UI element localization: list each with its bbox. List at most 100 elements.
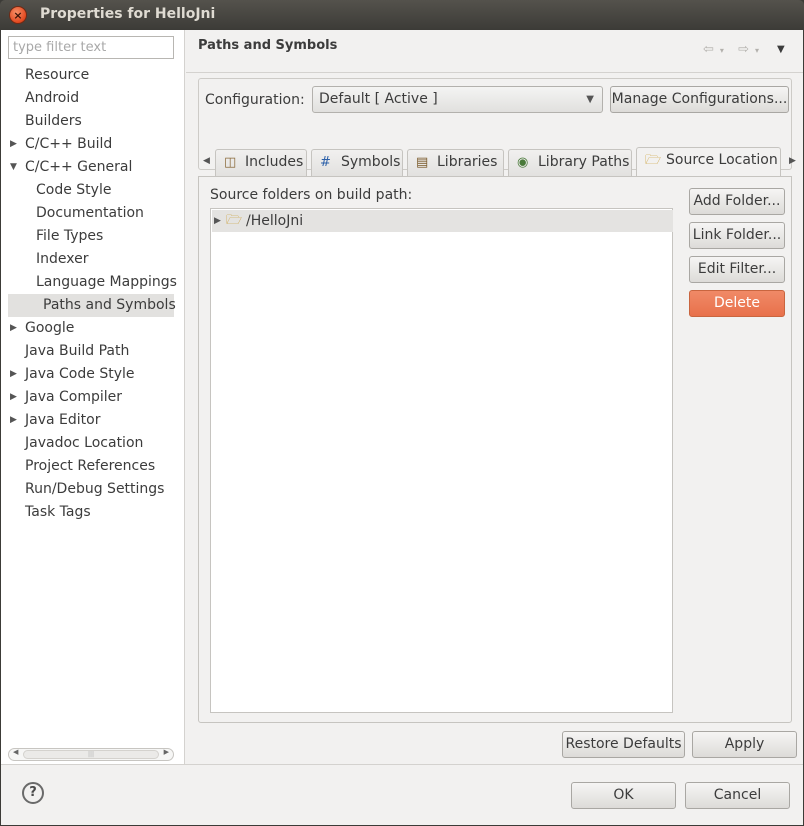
sidebar-item-label: Google	[25, 320, 75, 336]
tab-label: Libraries	[437, 154, 498, 170]
category-tree: Resource Android Builders ▶ C/C++ Build ▼ C/C+…	[1, 64, 185, 524]
sidebar-item-label: C/C++ Build	[25, 136, 113, 152]
list-item[interactable]: ▶ 🗁 /HelloJni	[212, 210, 673, 232]
scrollbar-thumb[interactable]: |||	[23, 750, 159, 759]
sidebar-item-label: Language Mappings	[36, 274, 177, 290]
tab-label: Symbols	[341, 154, 401, 170]
cancel-button[interactable]: Cancel	[685, 782, 790, 809]
sidebar-item-label: Project References	[25, 458, 156, 474]
collapsed-arrow-icon[interactable]: ▶	[10, 317, 17, 340]
tab-label: Source Location	[666, 152, 778, 168]
sidebar-item-label: C/C++ General	[25, 159, 133, 175]
sidebar-item-label: Java Compiler	[25, 389, 123, 405]
tab-library-paths[interactable]: ◉ Library Paths	[508, 149, 632, 176]
expand-arrow-icon[interactable]: ▶	[214, 210, 221, 232]
sidebar-item[interactable]: ▼ C/C++ General	[1, 156, 185, 179]
back-arrow-icon[interactable]: ⇦	[703, 42, 714, 57]
header-divider	[186, 72, 803, 73]
sidebar-item-label: Javadoc Location	[25, 435, 144, 451]
sidebar-item-label: Builders	[25, 113, 82, 129]
folder-name: /HelloJni	[246, 213, 304, 229]
sidebar-item[interactable]: ▶ C/C++ Build	[1, 133, 185, 156]
tabs-scroll-left-icon[interactable]: ◀	[203, 156, 210, 166]
folder-icon: 🗁	[645, 153, 662, 168]
scroll-left-icon[interactable]: ◀	[13, 748, 18, 756]
source-folders-label: Source folders on build path:	[210, 187, 413, 203]
view-menu-icon[interactable]: ▼	[777, 44, 785, 55]
sidebar-item-label: Code Style	[36, 182, 112, 198]
apply-button[interactable]: Apply	[692, 731, 797, 758]
sidebar-item[interactable]: Documentation	[1, 202, 185, 225]
sidebar-item[interactable]: Paths and Symbols	[8, 294, 176, 317]
sidebar-item[interactable]: ▶ Java Editor	[1, 409, 185, 432]
title-bar: × Properties for HelloJni	[0, 0, 804, 30]
sidebar-item[interactable]: Javadoc Location	[1, 432, 185, 455]
sidebar-item-label: Java Code Style	[25, 366, 135, 382]
sidebar-item[interactable]: ▶ Java Code Style	[1, 363, 185, 386]
sidebar-horizontal-scrollbar[interactable]: ◀ ||| ▶	[8, 748, 174, 761]
chevron-down-icon: ▼	[586, 94, 594, 105]
books-icon: ▤	[416, 155, 429, 170]
library-path-icon: ◉	[517, 155, 529, 170]
sidebar-item-label: Documentation	[36, 205, 144, 221]
forward-dropdown-icon[interactable]: ▾	[755, 46, 759, 55]
close-window-button[interactable]: ×	[9, 6, 27, 24]
sidebar-item[interactable]: File Types	[1, 225, 185, 248]
help-icon[interactable]: ?	[22, 782, 44, 804]
sidebar-item-label: Indexer	[36, 251, 89, 267]
sidebar-item[interactable]: Language Mappings	[1, 271, 185, 294]
sidebar-item-label: Run/Debug Settings	[25, 481, 165, 497]
footer-divider	[1, 764, 803, 765]
folder-icon: 🗁	[226, 213, 243, 228]
forward-arrow-icon[interactable]: ⇨	[738, 42, 749, 57]
scroll-right-icon[interactable]: ▶	[164, 748, 169, 756]
tab-includes[interactable]: ◫ Includes	[215, 149, 307, 176]
link-folder-button[interactable]: Link Folder...	[689, 222, 785, 249]
ok-button[interactable]: OK	[571, 782, 676, 809]
history-navigation: ⇦ ▾ ⇨ ▾	[703, 42, 765, 57]
sidebar-item-label: Java Editor	[25, 412, 101, 428]
includes-icon: ◫	[224, 155, 237, 170]
back-dropdown-icon[interactable]: ▾	[720, 46, 724, 55]
restore-defaults-button[interactable]: Restore Defaults	[562, 731, 685, 758]
sidebar-item-label: Java Build Path	[25, 343, 130, 359]
collapsed-arrow-icon[interactable]: ▶	[10, 133, 17, 156]
tab-symbols[interactable]: # Symbols	[311, 149, 403, 176]
tab-libraries[interactable]: ▤ Libraries	[407, 149, 504, 176]
category-sidebar: Resource Android Builders ▶ C/C++ Build ▼ C/C+…	[1, 30, 185, 764]
sidebar-item-label: Android	[25, 90, 80, 106]
delete-button[interactable]: Delete	[689, 290, 785, 317]
filter-input[interactable]	[8, 36, 174, 59]
tab-source-location[interactable]: 🗁 Source Location	[636, 147, 781, 177]
sidebar-item-label: Resource	[25, 67, 90, 83]
tab-label: Library Paths	[538, 154, 630, 170]
sidebar-item[interactable]: Run/Debug Settings	[1, 478, 185, 501]
edit-filter-button[interactable]: Edit Filter...	[689, 256, 785, 283]
tabs-scroll-right-icon[interactable]: ▶	[789, 156, 796, 166]
sidebar-item[interactable]: Project References	[1, 455, 185, 478]
sidebar-item[interactable]: Android	[1, 87, 185, 110]
collapsed-arrow-icon[interactable]: ▶	[10, 386, 17, 409]
tab-label: Includes	[245, 154, 304, 170]
source-folders-list[interactable]: ▶ 🗁 /HelloJni	[210, 208, 673, 713]
expanded-arrow-icon[interactable]: ▼	[10, 156, 17, 179]
sidebar-item-label: Paths and Symbols	[43, 297, 176, 313]
manage-configurations-button[interactable]: Manage Configurations...	[610, 86, 789, 113]
sidebar-item[interactable]: Code Style	[1, 179, 185, 202]
sidebar-item[interactable]: Indexer	[1, 248, 185, 271]
add-folder-button[interactable]: Add Folder...	[689, 188, 785, 215]
configuration-value: Default [ Active ]	[319, 91, 438, 107]
collapsed-arrow-icon[interactable]: ▶	[10, 409, 17, 432]
sidebar-item[interactable]: ▶ Google	[1, 317, 185, 340]
collapsed-arrow-icon[interactable]: ▶	[10, 363, 17, 386]
sidebar-item[interactable]: Task Tags	[1, 501, 185, 524]
sidebar-item-label: Task Tags	[25, 504, 91, 520]
sidebar-item[interactable]: Resource	[1, 64, 185, 87]
window-title: Properties for HelloJni	[40, 6, 216, 22]
sidebar-item[interactable]: Builders	[1, 110, 185, 133]
page-title: Paths and Symbols	[198, 38, 338, 53]
sidebar-item-label: File Types	[36, 228, 104, 244]
sidebar-item[interactable]: ▶ Java Compiler	[1, 386, 185, 409]
sidebar-item[interactable]: Java Build Path	[1, 340, 185, 363]
configuration-select[interactable]: Default [ Active ] ▼	[312, 86, 603, 113]
